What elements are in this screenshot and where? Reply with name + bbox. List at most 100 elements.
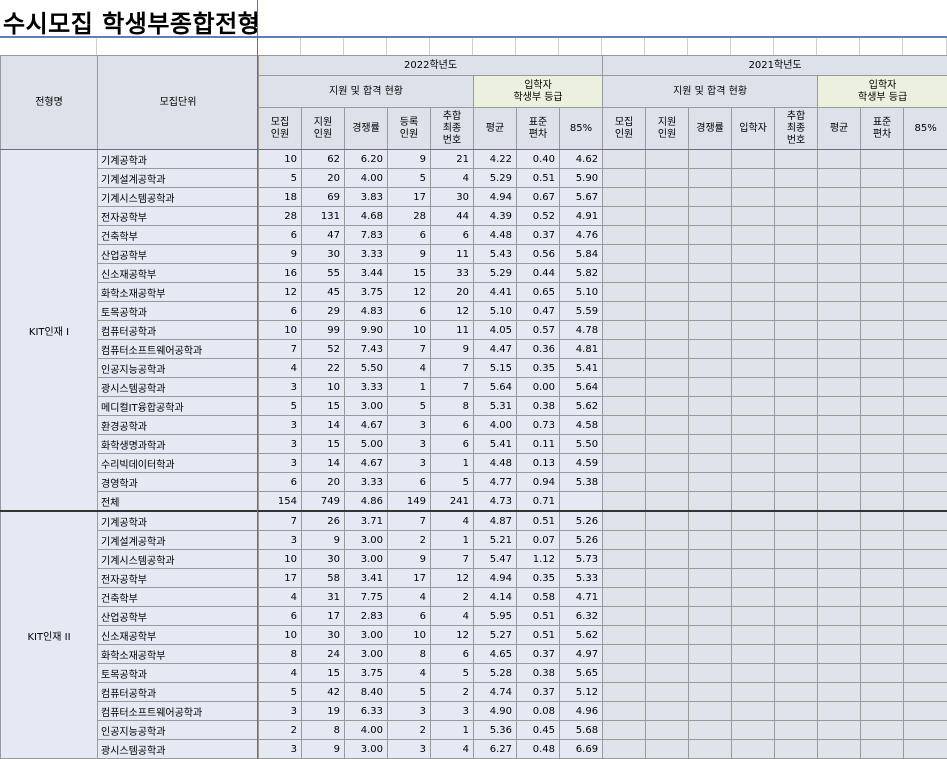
value-cell[interactable]: 4.71	[558, 587, 604, 607]
empty-2021-cell[interactable]	[688, 472, 733, 492]
empty-2021-cell[interactable]	[731, 682, 776, 702]
value-cell[interactable]: 0.38	[516, 396, 560, 416]
value-cell[interactable]: 5.28	[473, 663, 517, 683]
value-cell[interactable]: 2	[387, 530, 431, 550]
empty-2021-cell[interactable]	[903, 472, 947, 492]
value-cell[interactable]: 3	[258, 739, 302, 759]
value-cell[interactable]: 0.65	[516, 282, 560, 302]
empty-2021-cell[interactable]	[860, 625, 905, 645]
empty-2021-cell[interactable]	[688, 701, 733, 721]
empty-2021-cell[interactable]	[903, 739, 947, 759]
unit-name-cell[interactable]: 기계공학과	[97, 149, 259, 169]
empty-2021-cell[interactable]	[774, 472, 819, 492]
value-cell[interactable]: 3	[258, 434, 302, 454]
empty-2021-cell[interactable]	[602, 682, 647, 702]
value-cell[interactable]: 5.62	[558, 396, 604, 416]
empty-2021-cell[interactable]	[774, 282, 819, 302]
empty-2021-cell[interactable]	[860, 510, 905, 531]
empty-2021-cell[interactable]	[774, 149, 819, 169]
empty-2021-cell[interactable]	[645, 263, 690, 283]
empty-2021-cell[interactable]	[903, 587, 947, 607]
empty-2021-cell[interactable]	[903, 396, 947, 416]
empty-2021-cell[interactable]	[860, 415, 905, 435]
empty-2021-cell[interactable]	[645, 320, 690, 340]
value-cell[interactable]	[558, 491, 604, 512]
value-cell[interactable]: 8	[430, 396, 474, 416]
value-cell[interactable]: 3.00	[344, 644, 388, 664]
value-cell[interactable]: 16	[258, 263, 302, 283]
unit-name-cell[interactable]: 기계시스템공학과	[97, 187, 259, 207]
value-cell[interactable]: 0.58	[516, 587, 560, 607]
value-cell[interactable]: 5.41	[558, 358, 604, 378]
empty-2021-cell[interactable]	[602, 491, 647, 512]
empty-2021-cell[interactable]	[817, 682, 862, 702]
value-cell[interactable]: 5.27	[473, 625, 517, 645]
value-cell[interactable]: 4.00	[473, 415, 517, 435]
value-cell[interactable]: 62	[301, 149, 345, 169]
value-cell[interactable]: 6	[430, 644, 474, 664]
unit-name-cell[interactable]: 화학소재공학부	[97, 282, 259, 302]
empty-2021-cell[interactable]	[731, 225, 776, 245]
unit-name-cell[interactable]: 컴퓨터소프트웨어공학과	[97, 339, 259, 359]
value-cell[interactable]: 5.26	[558, 530, 604, 550]
empty-2021-cell[interactable]	[903, 263, 947, 283]
value-cell[interactable]: 4.48	[473, 453, 517, 473]
value-cell[interactable]: 3	[387, 739, 431, 759]
empty-2021-cell[interactable]	[774, 491, 819, 512]
empty-2021-cell[interactable]	[731, 530, 776, 550]
value-cell[interactable]: 0.45	[516, 720, 560, 740]
value-cell[interactable]: 9.90	[344, 320, 388, 340]
empty-2021-cell[interactable]	[602, 606, 647, 626]
empty-2021-cell[interactable]	[774, 396, 819, 416]
empty-2021-cell[interactable]	[817, 263, 862, 283]
value-cell[interactable]: 58	[301, 568, 345, 588]
empty-2021-cell[interactable]	[817, 244, 862, 264]
empty-2021-cell[interactable]	[860, 244, 905, 264]
value-cell[interactable]: 4.59	[558, 453, 604, 473]
value-cell[interactable]: 10	[258, 549, 302, 569]
value-cell[interactable]: 19	[301, 701, 345, 721]
value-cell[interactable]: 12	[430, 625, 474, 645]
value-cell[interactable]: 0.40	[516, 149, 560, 169]
value-cell[interactable]: 5.10	[473, 301, 517, 321]
value-cell[interactable]: 131	[301, 206, 345, 226]
empty-2021-cell[interactable]	[774, 339, 819, 359]
value-cell[interactable]: 5	[258, 168, 302, 188]
empty-2021-cell[interactable]	[860, 301, 905, 321]
value-cell[interactable]: 6	[387, 301, 431, 321]
empty-2021-cell[interactable]	[860, 472, 905, 492]
empty-2021-cell[interactable]	[817, 377, 862, 397]
value-cell[interactable]: 3	[258, 701, 302, 721]
unit-name-cell[interactable]: 산업공학부	[97, 244, 259, 264]
empty-2021-cell[interactable]	[645, 301, 690, 321]
value-cell[interactable]: 7	[258, 339, 302, 359]
value-cell[interactable]: 5.59	[558, 301, 604, 321]
empty-2021-cell[interactable]	[731, 149, 776, 169]
value-cell[interactable]: 749	[301, 491, 345, 512]
value-cell[interactable]: 4.47	[473, 339, 517, 359]
value-cell[interactable]: 0.48	[516, 739, 560, 759]
value-cell[interactable]: 7	[430, 358, 474, 378]
empty-2021-cell[interactable]	[903, 606, 947, 626]
value-cell[interactable]: 5	[258, 396, 302, 416]
unit-name-cell[interactable]: 수리빅데이터학과	[97, 453, 259, 473]
empty-2021-cell[interactable]	[602, 263, 647, 283]
value-cell[interactable]: 3.75	[344, 282, 388, 302]
empty-2021-cell[interactable]	[688, 530, 733, 550]
empty-2021-cell[interactable]	[903, 301, 947, 321]
empty-2021-cell[interactable]	[645, 396, 690, 416]
empty-2021-cell[interactable]	[688, 663, 733, 683]
empty-2021-cell[interactable]	[731, 644, 776, 664]
value-cell[interactable]: 0.35	[516, 358, 560, 378]
value-cell[interactable]: 9	[258, 244, 302, 264]
unit-name-cell[interactable]: 전자공학부	[97, 206, 259, 226]
value-cell[interactable]: 8	[301, 720, 345, 740]
empty-2021-cell[interactable]	[774, 739, 819, 759]
value-cell[interactable]: 4.90	[473, 701, 517, 721]
empty-2021-cell[interactable]	[645, 472, 690, 492]
value-cell[interactable]: 5.82	[558, 263, 604, 283]
unit-name-cell[interactable]: 화학소재공학부	[97, 644, 259, 664]
value-cell[interactable]: 5.10	[558, 282, 604, 302]
empty-2021-cell[interactable]	[731, 187, 776, 207]
value-cell[interactable]: 30	[430, 187, 474, 207]
